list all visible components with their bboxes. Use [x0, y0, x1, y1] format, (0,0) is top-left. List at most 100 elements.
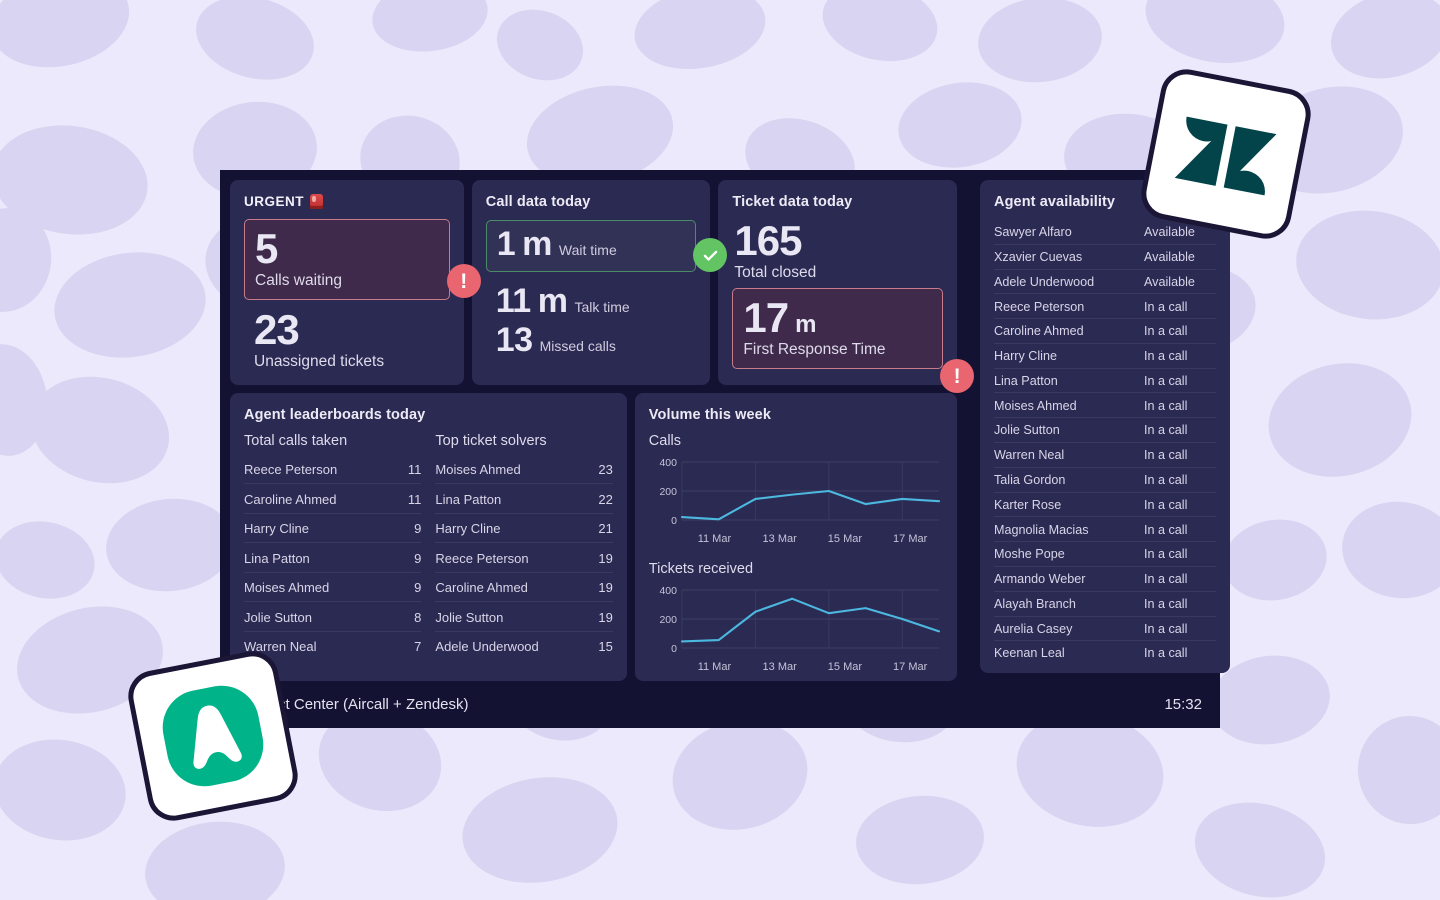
leaderboard-agent-name: Jolie Sutton [435, 609, 504, 625]
calls-waiting-alert-box[interactable]: 5 Calls waiting [244, 219, 450, 300]
talk-time-metric: 11 m Talk time [486, 280, 697, 320]
leaderboard-header-calls: Total calls taken [244, 433, 348, 449]
leaderboard-row[interactable]: Adele Underwood 15 [435, 632, 612, 660]
agent-name: Caroline Ahmed [994, 324, 1084, 339]
agent-availability-row[interactable]: Lina Patton In a call [994, 369, 1216, 394]
chart-calls-xticks: 11 Mar 13 Mar 15 Mar 17 Mar [649, 533, 943, 545]
leaderboard-value: 19 [598, 580, 613, 596]
leaderboard-row[interactable]: Jolie Sutton 8 [244, 602, 422, 632]
agent-availability-row[interactable]: Moises Ahmed In a call [994, 393, 1216, 419]
chart-ytick-label: 200 [659, 486, 677, 498]
wait-time-unit: m [522, 225, 552, 263]
panel-ticket-data: Ticket data today 165 Total closed 17 m … [718, 180, 975, 393]
chart-xtick-label: 13 Mar [762, 661, 797, 673]
dashboard-clock: 15:32 [1164, 696, 1202, 713]
unassigned-tickets-label: Unassigned tickets [254, 352, 385, 370]
agent-availability-row[interactable]: Harry Cline In a call [994, 344, 1216, 369]
leaderboard-value: 9 [414, 580, 422, 596]
agent-availability-row[interactable]: Karter Rose In a call [994, 493, 1216, 518]
zendesk-logo [1136, 64, 1316, 244]
leaderboard-row[interactable]: Lina Patton 22 [435, 484, 613, 514]
leaderboard-value: 19 [598, 550, 613, 566]
chart-series-line [680, 597, 940, 643]
leaderboard-list-tickets[interactable]: Moises Ahmed 23 Lina Patton 22 Harry Cline 21… [435, 455, 613, 660]
agent-availability-row[interactable]: Keenan Leal In a call [994, 641, 1216, 665]
agent-availability-row[interactable]: Alayah Branch In a call [994, 592, 1216, 617]
leaderboard-row[interactable]: Harry Cline 9 [244, 514, 422, 544]
agent-availability-row[interactable]: Adele Underwood Available [994, 270, 1216, 295]
agent-name: Warren Neal [994, 448, 1065, 463]
agent-availability-row[interactable]: Moshe Pope In a call [994, 542, 1216, 567]
chart-xtick-label: 17 Mar [893, 533, 928, 545]
leaderboard-row[interactable]: Lina Patton 9 [244, 543, 422, 573]
leaderboard-agent-name: Reece Peterson [244, 462, 338, 478]
leaderboard-value: 8 [414, 609, 422, 625]
agent-name: Xzavier Cuevas [994, 249, 1083, 264]
leaderboard-row[interactable]: Jolie Sutton 19 [435, 602, 613, 632]
agent-name: Talia Gordon [994, 473, 1066, 487]
agent-availability-row[interactable]: Reece Peterson In a call [994, 294, 1216, 320]
wait-time-ok-box[interactable]: 1m Wait time [485, 220, 697, 272]
leaderboard-row[interactable]: Reece Peterson 19 [435, 543, 613, 573]
chart-calls-title: Calls [648, 433, 682, 449]
leaderboard-value: 23 [598, 462, 613, 478]
panel-call-data-title: Call data today [485, 194, 591, 210]
agent-availability-row[interactable]: Aurelia Casey In a call [994, 617, 1216, 642]
wait-time-value: 1 [496, 225, 516, 263]
calls-waiting-alert-badge: ! [446, 264, 481, 298]
first-response-time-label: First Response Time [743, 340, 886, 358]
talk-time-value: 11 [495, 281, 531, 320]
leaderboard-row[interactable]: Harry Cline 21 [435, 514, 613, 544]
agent-status: In a call [1144, 423, 1188, 438]
dashboard-container: URGENT 5 Calls waiting ! 23 Unassigned t… [220, 170, 1230, 728]
panel-ticket-data-title: Ticket data today [732, 194, 853, 210]
leaderboard-agent-name: Harry Cline [435, 521, 501, 537]
aircall-logo [123, 646, 303, 826]
chart-calls-svg: 0 200 400 [659, 457, 940, 527]
leaderboard-value: 15 [598, 639, 613, 654]
leaderboard-value: 22 [598, 491, 613, 507]
leaderboard-row[interactable]: Caroline Ahmed 19 [435, 573, 613, 603]
leaderboard-list-calls[interactable]: Reece Peterson 11 Caroline Ahmed 11 Harry Cl… [244, 455, 422, 660]
agent-status: In a call [1144, 373, 1188, 388]
agent-status: In a call [1144, 522, 1188, 537]
leaderboard-row[interactable]: Moises Ahmed 9 [244, 573, 422, 603]
agent-availability-row[interactable]: Armando Weber In a call [994, 567, 1216, 592]
agent-status: In a call [1144, 299, 1188, 314]
leaderboard-agent-name: Reece Peterson [435, 550, 529, 566]
agent-name: Reece Peterson [994, 299, 1085, 314]
agent-availability-row[interactable]: Warren Neal In a call [994, 443, 1216, 468]
leaderboard-agent-name: Caroline Ahmed [435, 580, 528, 596]
leaderboard-agent-name: Lina Patton [435, 491, 502, 507]
leaderboard-row[interactable]: Reece Peterson 11 [244, 455, 422, 485]
leaderboard-row[interactable]: Warren Neal 7 [244, 632, 421, 660]
agent-name: Harry Cline [994, 349, 1057, 364]
agent-availability-list[interactable]: Sawyer Alfaro Available Xzavier Cuevas Avai… [994, 220, 1216, 665]
agent-availability-row[interactable]: Talia Gordon In a call [994, 468, 1216, 493]
agent-status: In a call [1144, 596, 1188, 611]
leaderboard-value: 19 [598, 609, 613, 625]
chart-calls: Calls 0 200 400 11 Mar 13 Mar 15 Mar 17 Mar [649, 433, 943, 545]
leaderboard-row[interactable]: Caroline Ahmed 11 [244, 484, 422, 514]
leaderboard-header-tickets: Top ticket solvers [435, 433, 547, 449]
agent-availability-row[interactable]: Xzavier Cuevas Available [994, 245, 1216, 270]
leaderboard-row[interactable]: Moises Ahmed 23 [435, 455, 613, 485]
chart-tickets: Tickets received 0 200 400 11 Mar 13 Mar 15 … [649, 561, 943, 673]
agent-availability-row[interactable]: Sawyer Alfaro Available [994, 220, 1216, 245]
agent-name: Keenan Leal [994, 646, 1065, 661]
panel-urgent-title: URGENT [244, 194, 450, 209]
agent-availability-row[interactable]: Caroline Ahmed In a call [994, 319, 1216, 344]
panel-agent-leaderboards-title: Agent leaderboards today [244, 407, 426, 423]
agent-status: In a call [1144, 324, 1188, 339]
panel-call-data: Call data today 1m Wait time 11 m Talk ti… [471, 180, 728, 385]
total-closed-value: 165 [734, 217, 802, 264]
missed-calls-label: Missed calls [539, 338, 616, 355]
agent-name: Moises Ahmed [994, 398, 1077, 413]
chart-ytick-label: 0 [671, 643, 677, 655]
agent-availability-row[interactable]: Jolie Sutton In a call [994, 418, 1216, 444]
agent-name: Magnolia Macias [994, 522, 1089, 537]
agent-availability-row[interactable]: Magnolia Macias In a call [994, 517, 1216, 543]
first-response-time-alert-box[interactable]: 17 m First Response Time [732, 287, 944, 369]
leaderboard-agent-name: Caroline Ahmed [244, 491, 337, 507]
chart-tickets-title: Tickets received [648, 561, 754, 577]
